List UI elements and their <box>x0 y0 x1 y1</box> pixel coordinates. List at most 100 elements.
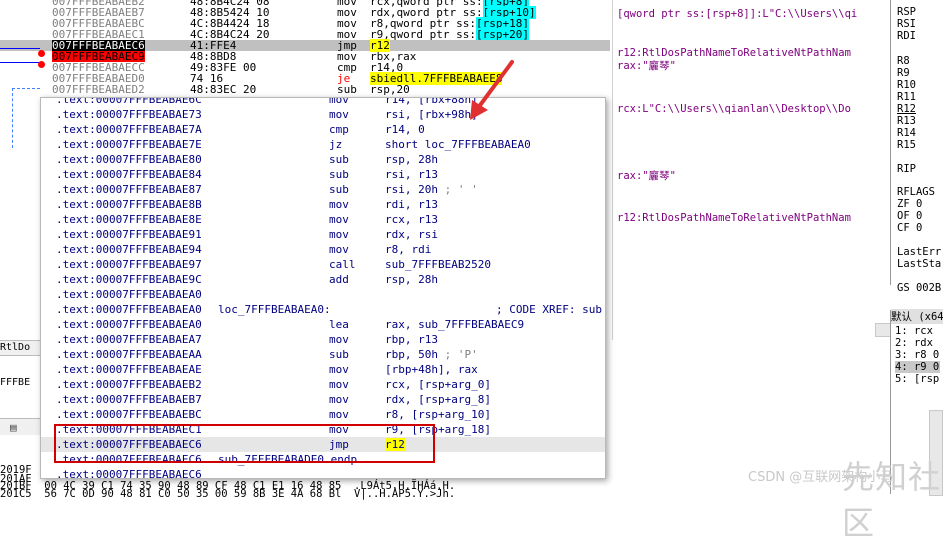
ida-operand-text: rsp, 28h <box>385 273 438 286</box>
ida-address: .text:00007FFFBEABAE7A <box>56 123 202 136</box>
jump-arrow-line <box>0 62 40 63</box>
ida-address: .text:00007FFFBEABAE94 <box>56 243 202 256</box>
ida-operand-text: r8, rdi <box>385 243 432 256</box>
ida-row[interactable]: .text:00007FFFBEABAEB2 mov rcx, [rsp+arg_0… <box>41 377 605 392</box>
ida-mnemonic: sub <box>329 348 349 361</box>
register-row[interactable]: R10 <box>897 79 916 91</box>
register-row[interactable]: GS 002B <box>897 282 941 294</box>
ida-row[interactable]: .text:00007FFFBEABAE6C mov r14, [rbx+88h] <box>41 97 605 107</box>
ida-row[interactable]: .text:00007FFFBEABAE80 sub rsp, 28h <box>41 152 605 167</box>
ida-row[interactable]: .text:00007FFFBEABAE8B mov rdi, r13 <box>41 197 605 212</box>
comment-line: [qword ptr ss:[rsp+8]]:L"C:\\Users\\qi <box>617 8 858 20</box>
ida-operands: sub_7FFFBEAB2520 <box>385 257 491 272</box>
tab-strip[interactable]: ▤ <box>0 418 40 435</box>
ida-address: .text:00007FFFBEABAEC6 <box>56 468 202 479</box>
ida-row[interactable]: .text:00007FFFBEABAEAE mov [rbp+48h], rax <box>41 362 605 377</box>
ida-row[interactable]: .text:00007FFFBEABAEA0 lea rax, sub_7FFFBE… <box>41 317 605 332</box>
arg-row: 2: rdx <box>895 337 933 349</box>
register-row[interactable]: R9 <box>897 67 910 79</box>
register-row[interactable]: RSP <box>897 6 916 18</box>
ida-row[interactable]: .text:00007FFFBEABAE94 mov r8, rdi <box>41 242 605 257</box>
ida-operand-text: rdx, [rsp+arg_8] <box>385 393 491 406</box>
register-row[interactable]: RDI <box>897 30 916 42</box>
ida-mnemonic: mov <box>329 333 349 346</box>
comments-scrollbar[interactable] <box>875 323 891 337</box>
comment-line: rcx:L"C:\\Users\\qianlan\\Desktop\\Do <box>617 103 851 115</box>
register-row[interactable]: RIP <box>897 163 916 175</box>
register-row[interactable]: RSI <box>897 18 916 30</box>
ida-row[interactable]: .text:00007FFFBEABAE9C add rsp, 28h <box>41 272 605 287</box>
ida-comment: ; 'P' <box>437 348 478 361</box>
ida-row[interactable]: .text:00007FFFBEABAE91 mov rdx, rsi <box>41 227 605 242</box>
ida-operands: rax, sub_7FFFBEABAEC9 <box>385 317 524 332</box>
ida-address: .text:00007FFFBEABAE84 <box>56 168 202 181</box>
register-row[interactable]: R14 <box>897 127 916 139</box>
ida-row[interactable]: .text:00007FFFBEABAEA0 <box>41 287 605 302</box>
ida-operand-text: rbp, r13 <box>385 333 438 346</box>
ida-disassembly-popup[interactable]: .text:00007FFFBEABAE6C mov r14, [rbx+88h].… <box>40 97 606 479</box>
ida-row[interactable]: .text:00007FFFBEABAEAA sub rbp, 50h ; 'P' <box>41 347 605 362</box>
ida-mnemonic: sub <box>329 153 349 166</box>
register-row[interactable]: R11 <box>897 91 916 103</box>
register-row[interactable]: R13 <box>897 115 916 127</box>
ida-row[interactable]: .text:00007FFFBEABAE97 call sub_7FFFBEAB25… <box>41 257 605 272</box>
ida-row[interactable]: .text:00007FFFBEABAE7A cmp r14, 0 <box>41 122 605 137</box>
ida-row[interactable]: .text:00007FFFBEABAEC6 <box>41 467 605 479</box>
ida-address: .text:00007FFFBEABAE7E <box>56 138 202 151</box>
ida-operand-text: rax, sub_7FFFBEABAEC9 <box>385 318 525 331</box>
disasm-operands: r9,qword ptr ss:[rsp+20] <box>370 28 529 41</box>
ida-row[interactable]: .text:00007FFFBEABAEA0 loc_7FFFBEABAEA0:;… <box>41 302 605 317</box>
calling-convention-dropdown[interactable]: 默认 (x64 <box>891 309 943 324</box>
ida-address: .text:00007FFFBEABAEA0 <box>56 318 202 331</box>
ida-operands: [rbp+48h], rax <box>385 362 478 377</box>
register-row[interactable]: R8 <box>897 55 910 67</box>
ida-operands: rdx, [rsp+arg_8] <box>385 392 491 407</box>
ida-operands: r14, 0 <box>385 122 425 137</box>
ida-operands: rsp, 28h <box>385 152 438 167</box>
ida-row[interactable]: .text:00007FFFBEABAE84 sub rsi, r13 <box>41 167 605 182</box>
jump-arrow-line <box>0 48 40 49</box>
ida-row[interactable]: .text:00007FFFBEABAE87 sub rsi, 20h ; ' ' <box>41 182 605 197</box>
ida-mnemonic: mov <box>329 198 349 211</box>
arg-row: 4: r9 0 <box>895 361 940 373</box>
ida-mnemonic: mov <box>329 408 349 421</box>
ida-row[interactable]: .text:00007FFFBEABAE73 mov rsi, [rbx+98h] <box>41 107 605 122</box>
register-row[interactable]: ZF 0 <box>897 198 922 210</box>
ida-operand-text: r14, 0 <box>385 123 425 136</box>
ida-address: .text:00007FFFBEABAEB2 <box>56 378 202 391</box>
register-row[interactable]: LastErr <box>897 246 941 258</box>
register-row[interactable]: RFLAGS <box>897 186 935 198</box>
arg-row: 1: rcx <box>895 325 933 337</box>
register-pane[interactable]: RSP RSI RDI R8 R9 R10 R11 R12 R13 R14 R15 RIP RFLAGS… <box>890 0 943 294</box>
ida-operands: short loc_7FFFBEABAEA0 <box>385 137 531 152</box>
register-row[interactable]: R15 <box>897 139 916 151</box>
ida-operand-text: short loc_7FFFBEABAEA0 <box>385 138 531 151</box>
ida-address: .text:00007FFFBEABAE8E <box>56 213 202 226</box>
ida-row[interactable]: .text:00007FFFBEABAEB7 mov rdx, [rsp+arg_8… <box>41 392 605 407</box>
ida-address: .text:00007FFFBEABAE9C <box>56 273 202 286</box>
register-row[interactable]: CF 0 <box>897 222 922 234</box>
ida-row[interactable]: .text:00007FFFBEABAE7E jz short loc_7FFFBE… <box>41 137 605 152</box>
memory-icon[interactable]: ▤ <box>10 421 17 434</box>
breakpoint-marker[interactable] <box>38 61 45 68</box>
ida-address: .text:00007FFFBEABAE6C <box>56 97 202 106</box>
register-row[interactable]: R12 <box>897 103 916 115</box>
ida-mnemonic: mov <box>329 108 349 121</box>
ida-label: loc_7FFFBEABAEA0: <box>218 303 331 316</box>
ida-mnemonic: sub <box>329 168 349 181</box>
ida-operands: rdx, rsi <box>385 227 438 242</box>
ida-address: .text:00007FFFBEABAE80 <box>56 153 202 166</box>
register-row[interactable]: OF 0 <box>897 210 922 222</box>
ida-row[interactable]: .text:00007FFFBEABAEA7 mov rbp, r13 <box>41 332 605 347</box>
ida-row[interactable]: .text:00007FFFBEABAEBC mov r8, [rsp+arg_10… <box>41 407 605 422</box>
ida-row[interactable]: .text:00007FFFBEABAE8E mov rcx, r13 <box>41 212 605 227</box>
ida-address: .text:00007FFFBEABAEAA <box>56 348 202 361</box>
ida-address: .text:00007FFFBEABAEAE <box>56 363 202 376</box>
ida-xref-comment: ; CODE XREF: sub <box>496 303 602 316</box>
register-row[interactable]: LastSta <box>897 258 941 270</box>
ida-operands: rbp, 50h ; 'P' <box>385 347 478 362</box>
jump-arrow-line <box>12 88 40 90</box>
disasm-operands: rsp,20 <box>370 84 410 95</box>
ida-operands: rbp, r13 <box>385 332 438 347</box>
breakpoint-marker[interactable] <box>38 50 45 57</box>
